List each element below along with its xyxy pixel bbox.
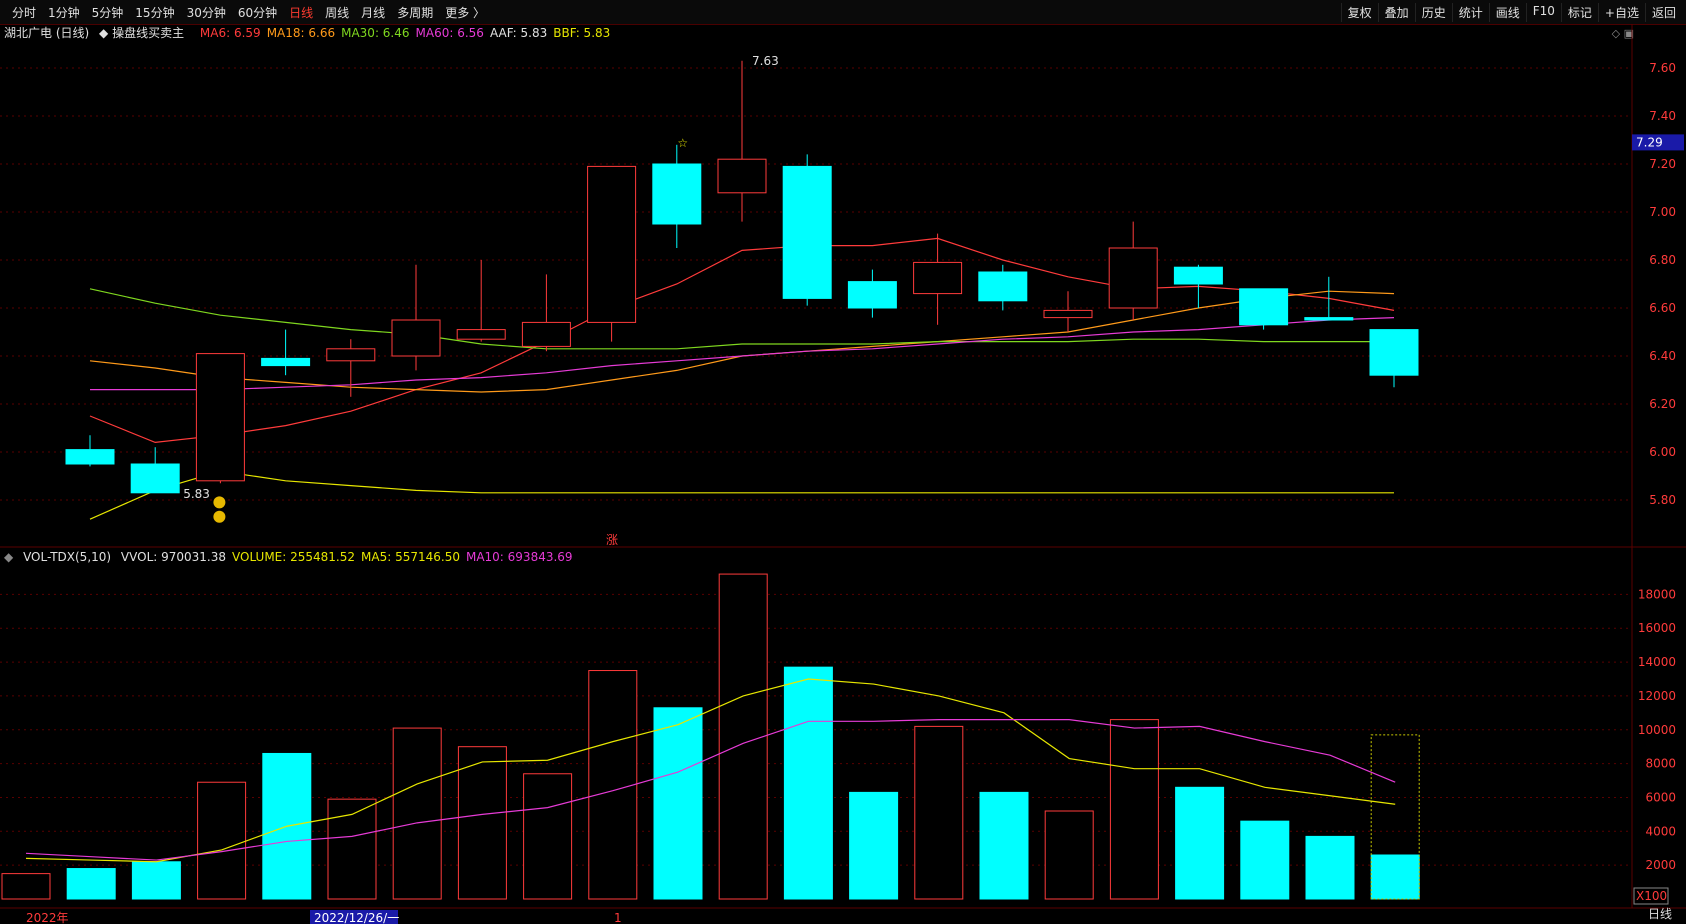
vol-unit-label: X100 <box>1636 889 1667 903</box>
volume-bar-1 <box>66 868 116 900</box>
vol-tick-1: 16000 <box>1638 621 1676 635</box>
tab-4[interactable]: 30分钟 <box>181 4 232 21</box>
x-axis-label-0: 2022年 <box>26 911 69 924</box>
candle-body-13 <box>913 261 963 295</box>
star-marker: ☆ <box>677 136 688 150</box>
vol-tick-3: 12000 <box>1638 689 1676 703</box>
candle-body-1 <box>130 463 180 494</box>
sad-face-icon-2 <box>213 510 226 523</box>
vol-tick-5: 8000 <box>1645 757 1676 771</box>
candle-body-7 <box>521 321 571 347</box>
candle-body-11 <box>782 165 832 299</box>
volume-bar-2 <box>131 861 181 900</box>
vol-tick-6: 6000 <box>1645 790 1676 804</box>
candle-body-5 <box>391 319 441 357</box>
volume-bar-7 <box>457 746 507 900</box>
volume-bar-15 <box>979 791 1029 900</box>
price-tick-9: 5.80 <box>1649 493 1676 507</box>
tab-8[interactable]: 月线 <box>355 4 391 21</box>
kline-chart[interactable]: 7.60 7.40 7.20 7.00 6.80 6.60 6.40 6.20 6.00 5.80… <box>0 24 1686 924</box>
toolbar-button-4[interactable]: 画线 <box>1488 3 1526 22</box>
candle-body-3 <box>261 357 311 367</box>
vol-tick-0: 18000 <box>1638 587 1676 601</box>
volume-bar-10 <box>653 707 703 900</box>
volume-bar-21 <box>1370 854 1420 900</box>
volume-bar-6 <box>392 727 442 900</box>
toolbar-button-5[interactable]: F10 <box>1525 3 1561 22</box>
price-tick-8: 6.00 <box>1649 445 1676 459</box>
candle-body-0 <box>65 449 115 465</box>
toolbar-button-7[interactable]: +自选 <box>1597 3 1645 22</box>
volume-bar-16 <box>1044 810 1094 900</box>
x-axis-label-1: 2022/12/26/一 <box>314 911 399 924</box>
price-tick-5: 6.60 <box>1649 301 1676 315</box>
toolbar-button-1[interactable]: 叠加 <box>1377 3 1415 22</box>
candle-body-20 <box>1369 329 1419 376</box>
volume-bar-3 <box>197 781 247 900</box>
toolbar-button-0[interactable]: 复权 <box>1340 3 1378 22</box>
volume-bar-17 <box>1109 719 1159 900</box>
candle-body-9 <box>652 163 702 225</box>
tab-7[interactable]: 周线 <box>319 4 355 21</box>
candle-body-18 <box>1239 288 1289 326</box>
volume-bar-14 <box>914 725 964 900</box>
candle-body-10 <box>717 158 767 194</box>
candle-body-17 <box>1173 266 1223 285</box>
sad-face-icon-1 <box>213 496 226 509</box>
volume-bar-19 <box>1240 820 1290 900</box>
tab-6[interactable]: 日线 <box>283 4 319 21</box>
tab-3[interactable]: 15分钟 <box>129 4 180 21</box>
candle-body-15 <box>1043 309 1093 319</box>
candle-body-8 <box>587 165 637 323</box>
vol-tick-8: 2000 <box>1645 858 1676 872</box>
price-tick-0: 7.60 <box>1649 61 1676 75</box>
candle-body-2 <box>195 353 245 482</box>
x-axis-label-2: 1 <box>614 911 622 924</box>
candle-body-4 <box>326 348 376 362</box>
vol-tick-7: 4000 <box>1645 824 1676 838</box>
toolbar-button-6[interactable]: 标记 <box>1560 3 1598 22</box>
toolbar-button-2[interactable]: 历史 <box>1414 3 1452 22</box>
period-tabs: 分时 1分钟 5分钟 15分钟 30分钟 60分钟 日线 周线 月线 多周期 更多 〉 <box>6 4 491 21</box>
toolbar-button-3[interactable]: 统计 <box>1451 3 1489 22</box>
price-tick-1: 7.40 <box>1649 109 1676 123</box>
volume-bar-18 <box>1175 786 1225 900</box>
tab-10[interactable]: 更多 〉 <box>439 4 491 21</box>
tab-9[interactable]: 多周期 <box>391 4 439 21</box>
volume-bar-9 <box>588 670 638 900</box>
toolbar-right-buttons: 复权 叠加 历史 统计 画线 F10 标记 +自选 返回 <box>1340 3 1682 22</box>
period-toolbar: 分时 1分钟 5分钟 15分钟 30分钟 60分钟 日线 周线 月线 多周期 更多 〉 复权 叠加 历史… <box>0 0 1686 25</box>
candle-body-14 <box>978 271 1028 302</box>
price-tick-4: 6.80 <box>1649 253 1676 267</box>
toolbar-button-8[interactable]: 返回 <box>1644 3 1682 22</box>
candle-body-12 <box>847 281 897 309</box>
price-tick-3: 7.00 <box>1649 205 1676 219</box>
candle-body-6 <box>456 329 506 340</box>
tab-5[interactable]: 60分钟 <box>232 4 283 21</box>
volume-bar-11 <box>718 573 768 900</box>
volume-bar-8 <box>523 773 573 900</box>
volume-bar-20 <box>1305 835 1355 900</box>
volume-bar-12 <box>783 666 833 900</box>
low-price-label: 5.83 <box>183 487 210 501</box>
tab-2[interactable]: 5分钟 <box>86 4 130 21</box>
tab-1[interactable]: 1分钟 <box>42 4 86 21</box>
candle-body-19 <box>1304 317 1354 321</box>
ma-line-bbf <box>89 470 1394 520</box>
price-tick-7: 6.20 <box>1649 397 1676 411</box>
volume-bar-13 <box>849 791 899 900</box>
candle-body-16 <box>1108 247 1158 309</box>
price-tick-2: 7.20 <box>1649 157 1676 171</box>
period-label: 日线 <box>1647 907 1672 921</box>
tab-0[interactable]: 分时 <box>6 4 42 21</box>
high-price-label: 7.63 <box>752 54 779 68</box>
price-tick-6: 6.40 <box>1649 349 1676 363</box>
volume-bar-0 <box>1 873 51 900</box>
vol-tick-2: 14000 <box>1638 655 1676 669</box>
vol-tick-4: 10000 <box>1638 723 1676 737</box>
current-price-value: 7.29 <box>1636 135 1663 149</box>
zhang-marker: 涨 <box>606 532 618 547</box>
